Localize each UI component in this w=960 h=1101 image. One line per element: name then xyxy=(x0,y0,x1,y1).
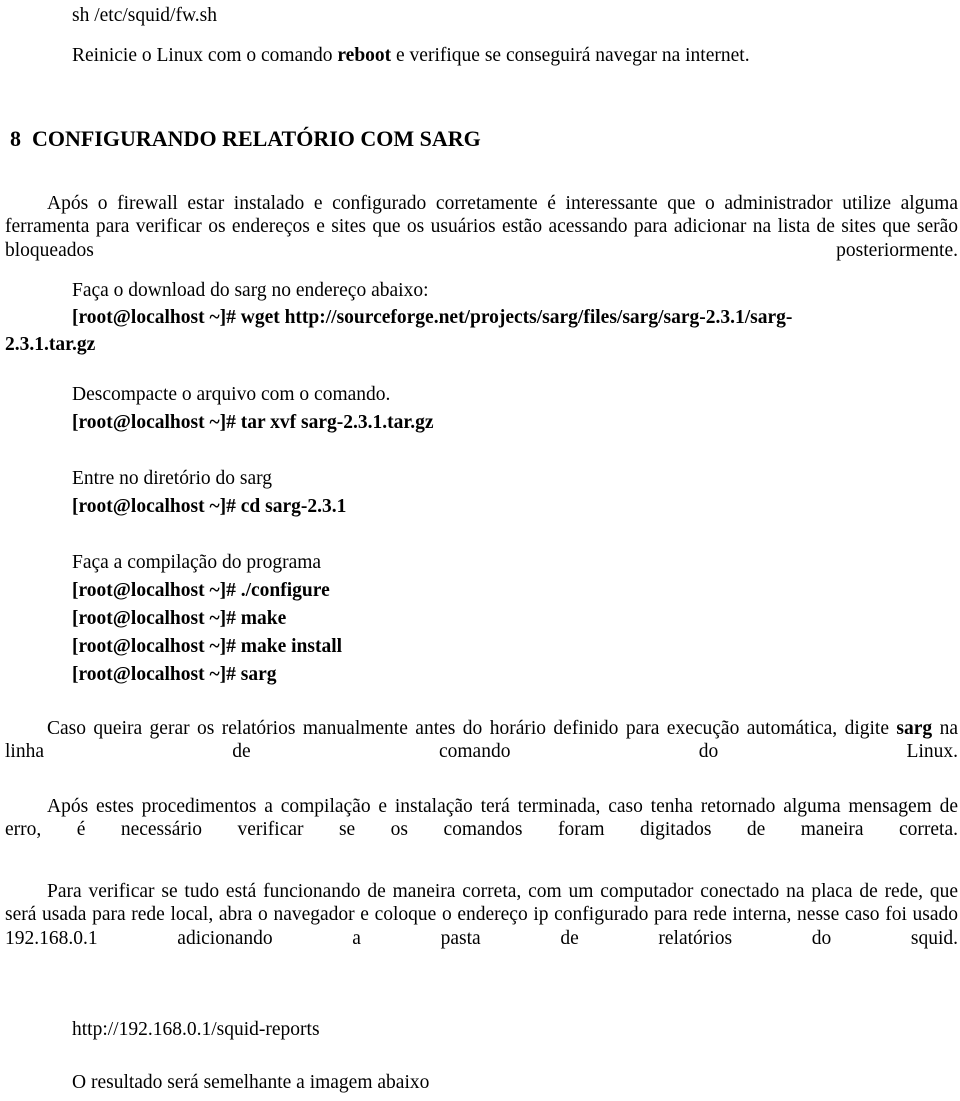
reboot-instruction-prefix: Reinicie o Linux com o comando xyxy=(72,45,338,66)
paragraph-manual-reports-prefix: Caso queira gerar os relatórios manualme… xyxy=(47,718,897,739)
enter-directory-command: [root@localhost ~]# cd sarg-2.3.1 xyxy=(72,496,347,517)
compile-command-make: [root@localhost ~]# make xyxy=(72,608,287,629)
top-shell-command: sh /etc/squid/fw.sh xyxy=(72,5,217,26)
section-heading-gap xyxy=(21,126,32,151)
paragraph-firewall-intro: Após o firewall estar instalado e config… xyxy=(5,193,958,261)
compile-command-sarg: [root@localhost ~]# sarg xyxy=(72,664,277,685)
reboot-command-bold: reboot xyxy=(337,45,392,66)
wget-command-line-2: 2.3.1.tar.gz xyxy=(5,334,96,355)
compile-command-make-install: [root@localhost ~]# make install xyxy=(72,636,343,657)
document-page: sh /etc/squid/fw.sh Reinicie o Linux com… xyxy=(0,0,960,1101)
paragraph-compilation-done: Após estes procedimentos a compilação e … xyxy=(5,796,958,841)
closing-line: O resultado será semelhante a imagem aba… xyxy=(72,1072,430,1093)
paragraph-verify-network: Para verificar se tudo está funcionando … xyxy=(5,881,958,949)
section-heading: 8 CONFIGURANDO RELATÓRIO COM SARG xyxy=(10,126,481,152)
paragraph-manual-reports: Caso queira gerar os relatórios manualme… xyxy=(5,717,958,787)
sarg-command-bold: sarg xyxy=(896,718,933,739)
wget-command-line-1: [root@localhost ~]# wget http://sourcefo… xyxy=(72,307,793,328)
section-title: CONFIGURANDO RELATÓRIO COM SARG xyxy=(32,126,481,151)
reboot-instruction-line: Reinicie o Linux com o comando reboot e … xyxy=(72,45,750,67)
reboot-instruction-suffix: e verifique se conseguirá navegar na int… xyxy=(391,45,750,66)
section-number: 8 xyxy=(10,126,21,151)
unpack-command: [root@localhost ~]# tar xvf sarg-2.3.1.t… xyxy=(72,412,434,433)
download-sarg-label: Faça o download do sarg no endereço abai… xyxy=(72,280,429,301)
compile-command-configure: [root@localhost ~]# ./configure xyxy=(72,580,330,601)
unpack-label: Descompacte o arquivo com o comando. xyxy=(72,384,391,405)
squid-reports-url[interactable]: http://192.168.0.1/squid-reports xyxy=(72,1019,320,1041)
compile-label: Faça a compilação do programa xyxy=(72,552,322,573)
enter-directory-label: Entre no diretório do sarg xyxy=(72,468,273,489)
